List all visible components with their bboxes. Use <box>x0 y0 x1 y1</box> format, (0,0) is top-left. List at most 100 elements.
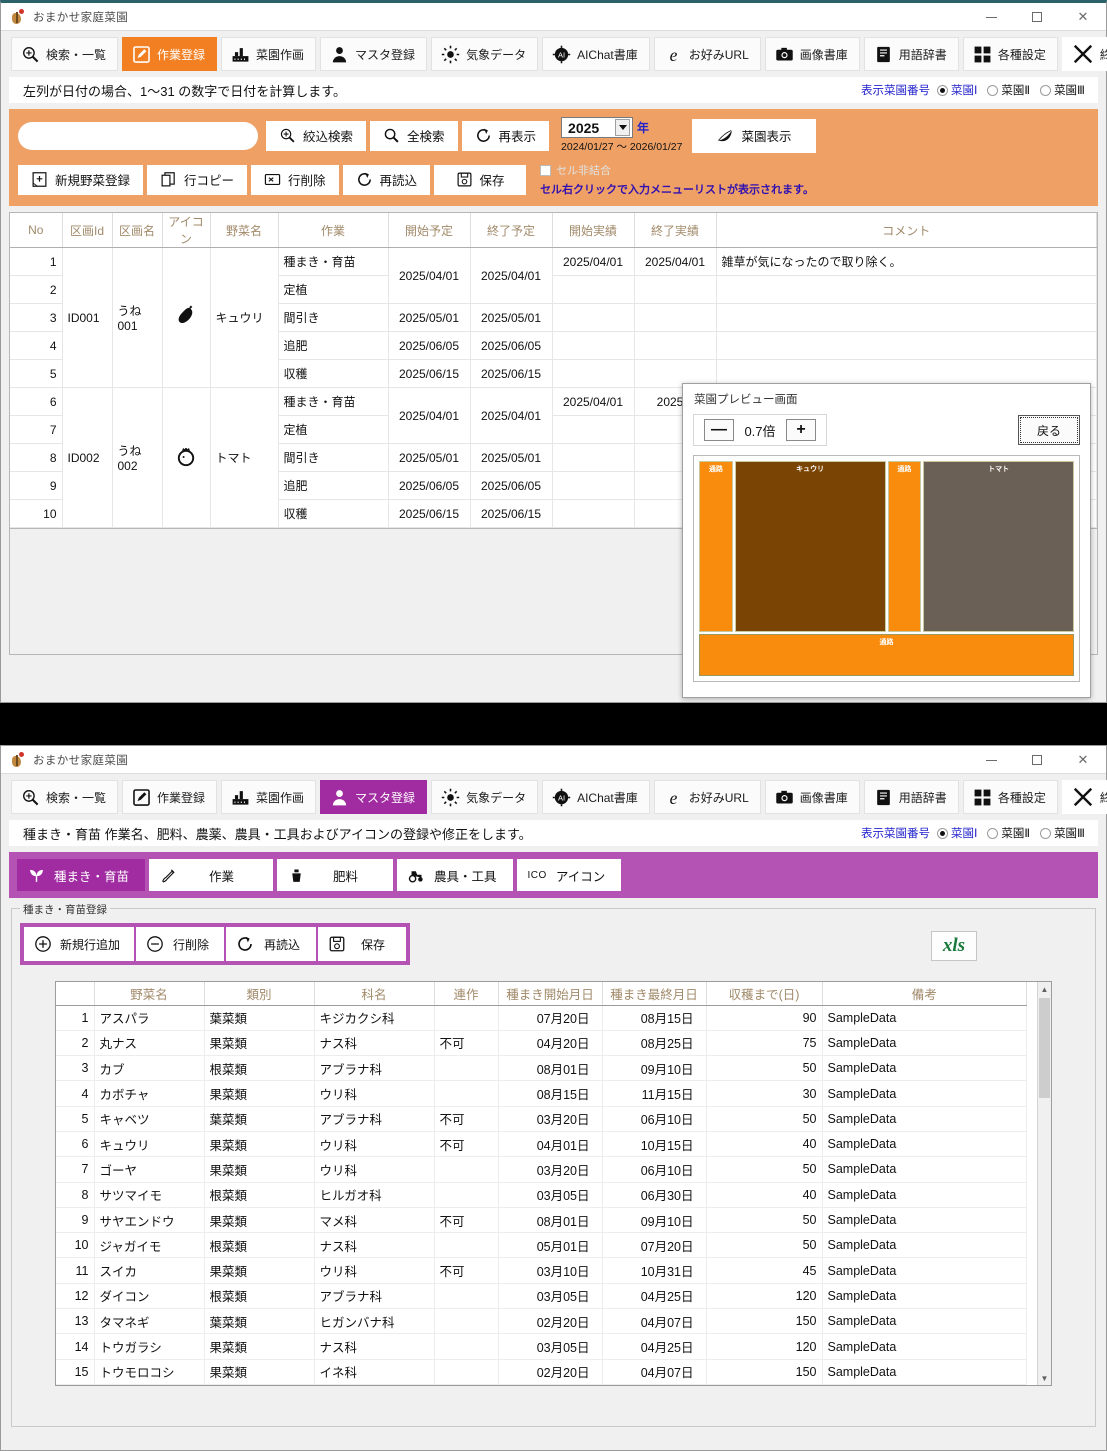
ribbon-item-master-registration[interactable]: マスタ登録 <box>320 780 428 814</box>
maximize-button[interactable] <box>1014 746 1060 774</box>
cell-family-name[interactable]: ヒルガオ科 <box>314 1182 435 1208</box>
checkbox-icon[interactable] <box>540 164 552 176</box>
cell-unmerge-checkbox-row[interactable]: セル非結合 <box>540 162 814 178</box>
cell-row-number[interactable]: 6 <box>56 1131 95 1158</box>
cell-category[interactable]: 根菜類 <box>204 1055 315 1082</box>
cell-row-number[interactable]: 8 <box>56 1182 95 1208</box>
exit-button[interactable]: 終了 <box>1061 780 1107 814</box>
cell-row-number[interactable]: 11 <box>56 1257 95 1284</box>
cell-days-to-harvest[interactable]: 60 <box>706 1384 823 1385</box>
cell-sow-end[interactable]: 07月20日 <box>602 1232 707 1259</box>
subtab-task[interactable]: 作業 <box>149 859 274 891</box>
cell-row-number[interactable]: 1 <box>56 1005 95 1031</box>
cell-days-to-harvest[interactable]: 50 <box>706 1106 823 1132</box>
cell-sow-end[interactable]: 04月07日 <box>602 1359 707 1385</box>
cell-category[interactable]: 葉菜類 <box>204 1308 315 1335</box>
cell-category[interactable]: 果菜類 <box>204 1384 315 1385</box>
cell-vegetable-name[interactable]: ジャガイモ <box>94 1232 205 1259</box>
cell-category[interactable]: 葉菜類 <box>204 1005 315 1031</box>
cell-plot-name[interactable]: うね002 <box>112 387 163 528</box>
cell-sow-end[interactable]: 09月10日 <box>602 1055 707 1082</box>
cell-rotation[interactable] <box>434 1283 499 1310</box>
garden-option-2[interactable]: 菜園Ⅱ <box>987 825 1030 841</box>
maximize-button[interactable] <box>1014 3 1060 31</box>
cell-end-actual[interactable] <box>634 275 717 304</box>
cell-sow-end[interactable]: 09月10日 <box>602 1207 707 1234</box>
ribbon-item-favorite-url[interactable]: e お好みURL <box>653 780 761 814</box>
cell-note[interactable]: SampleData <box>822 1182 1027 1208</box>
subtab-icon[interactable]: ICO アイコン <box>516 859 622 891</box>
cell-task[interactable]: 定植 <box>278 415 389 444</box>
cell-no[interactable]: 1 <box>10 247 63 276</box>
cell-rotation[interactable] <box>434 1232 499 1259</box>
garden-option-3[interactable]: 菜園Ⅲ <box>1040 825 1085 841</box>
cell-row-number[interactable]: 16 <box>56 1384 95 1385</box>
ribbon-item-master-registration[interactable]: マスタ登録 <box>320 37 428 71</box>
garden-plot-preview[interactable]: 通路 キュウリ 通路 トマト 通路 <box>693 455 1080 682</box>
cell-row-number[interactable]: 5 <box>56 1106 95 1132</box>
cell-rotation[interactable] <box>434 1156 499 1183</box>
cell-category[interactable]: 葉菜類 <box>204 1106 315 1132</box>
cell-category[interactable]: 果菜類 <box>204 1257 315 1284</box>
cell-no[interactable]: 7 <box>10 415 63 444</box>
full-search-button[interactable]: 全検索 <box>370 120 458 151</box>
cell-task[interactable]: 間引き <box>278 443 389 472</box>
cell-rotation[interactable] <box>434 1308 499 1335</box>
cell-sow-start[interactable]: 03月20日 <box>498 1106 603 1132</box>
cell-task[interactable]: 収穫 <box>278 499 389 528</box>
cell-start-plan[interactable]: 2025/06/15 <box>388 359 471 388</box>
cell-category[interactable]: 根菜類 <box>204 1232 315 1259</box>
table-row[interactable]: 5 キャベツ 葉菜類 アブラナ科 不可 03月20日 06月10日 50 SampleData <box>56 1106 1027 1132</box>
subtab-tools[interactable]: 農具・工具 <box>397 859 513 891</box>
cell-days-to-harvest[interactable]: 40 <box>706 1131 823 1158</box>
cell-task[interactable]: 間引き <box>278 303 389 332</box>
reload-button[interactable]: 再読込 <box>342 164 431 195</box>
subtab-fertilizer[interactable]: 肥料 <box>277 859 394 891</box>
cell-family-name[interactable]: ナス科 <box>314 1384 435 1385</box>
cell-days-to-harvest[interactable]: 150 <box>706 1359 823 1385</box>
cell-task[interactable]: 種まき・育苗 <box>278 247 389 276</box>
table-row[interactable]: 7 ゴーヤ 果菜類 ウリ科 03月20日 06月10日 50 SampleData <box>56 1156 1027 1183</box>
chevron-down-icon[interactable] <box>615 119 631 136</box>
cell-family-name[interactable]: ナス科 <box>314 1232 435 1259</box>
table-row[interactable]: 14 トウガラシ 果菜類 ナス科 03月05日 04月25日 120 SampleData <box>56 1333 1027 1360</box>
cell-days-to-harvest[interactable]: 45 <box>706 1257 823 1284</box>
cell-sow-start[interactable]: 02月20日 <box>498 1359 603 1385</box>
garden-option-3[interactable]: 菜園Ⅲ <box>1040 82 1085 98</box>
cell-note[interactable]: SampleData <box>822 1156 1027 1183</box>
zoom-in-button[interactable]: + <box>786 419 816 441</box>
cell-vegetable-name[interactable]: キャベツ <box>94 1106 205 1132</box>
cell-sow-end[interactable]: 11月15日 <box>602 1080 707 1107</box>
cell-sow-start[interactable]: 03月20日 <box>498 1384 603 1385</box>
table-row[interactable]: 3 カブ 根菜類 アブラナ科 08月01日 09月10日 50 SampleData <box>56 1055 1027 1082</box>
cell-days-to-harvest[interactable]: 75 <box>706 1030 823 1057</box>
ribbon-item-settings[interactable]: 各種設定 <box>962 780 1058 814</box>
cell-family-name[interactable]: ナス科 <box>314 1333 435 1360</box>
cell-sow-start[interactable]: 04月20日 <box>498 1030 603 1057</box>
cell-category[interactable]: 果菜類 <box>204 1131 315 1158</box>
cell-days-to-harvest[interactable]: 50 <box>706 1156 823 1183</box>
cell-start-actual[interactable]: 2025/04/01 <box>552 387 635 416</box>
table-row[interactable]: 6 キュウリ 果菜類 ウリ科 不可 04月01日 10月15日 40 SampleData <box>56 1131 1027 1158</box>
cell-rotation[interactable]: 不可 <box>434 1106 499 1132</box>
cell-row-number[interactable]: 7 <box>56 1156 95 1183</box>
cell-note[interactable]: SampleData <box>822 1055 1027 1082</box>
cell-category[interactable]: 果菜類 <box>204 1207 315 1234</box>
cell-sow-start[interactable]: 03月05日 <box>498 1182 603 1208</box>
cell-start-actual[interactable] <box>552 303 635 332</box>
cell-sow-end[interactable]: 08月25日 <box>602 1030 707 1057</box>
plot-cell-tomato[interactable]: トマト <box>923 461 1074 632</box>
ribbon-item-image-library[interactable]: 画像書庫 <box>764 37 860 71</box>
cell-note[interactable]: SampleData <box>822 1384 1027 1385</box>
cell-vegetable[interactable]: キュウリ <box>210 247 279 388</box>
cell-end-plan[interactable]: 2025/04/01 <box>470 247 553 304</box>
cell-days-to-harvest[interactable]: 40 <box>706 1182 823 1208</box>
cell-row-number[interactable]: 3 <box>56 1055 95 1082</box>
cell-start-plan[interactable]: 2025/04/01 <box>388 387 471 444</box>
cell-start-plan[interactable]: 2025/06/05 <box>388 471 471 500</box>
ribbon-item-work-registration[interactable]: 作業登録 <box>122 780 218 814</box>
vertical-scrollbar[interactable]: ▲ ▼ <box>1037 982 1051 1385</box>
cell-rotation[interactable]: 不可 <box>434 1257 499 1284</box>
cell-sow-end[interactable]: 07月20日 <box>602 1384 707 1385</box>
cell-note[interactable]: SampleData <box>822 1030 1027 1057</box>
